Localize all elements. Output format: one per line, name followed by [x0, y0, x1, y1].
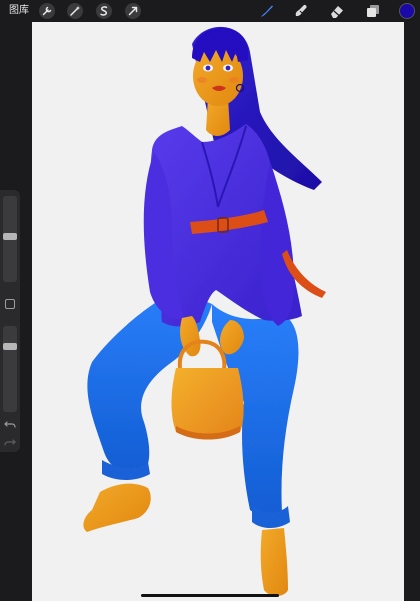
left-sidebar [0, 190, 20, 452]
eraser-icon[interactable] [328, 2, 346, 20]
opacity-knob[interactable] [3, 343, 17, 350]
illustration-woman-in-blue-outfit [83, 26, 326, 596]
drawing-canvas[interactable] [32, 22, 404, 601]
home-indicator [141, 594, 279, 597]
bangs [192, 27, 249, 62]
color-picker-button[interactable] [399, 3, 415, 19]
bag-handle [177, 339, 227, 371]
top-toolbar: 图库 [0, 0, 420, 22]
redo-icon[interactable] [4, 436, 16, 448]
adjustments-wand-icon[interactable] [66, 2, 84, 20]
transform-arrow-icon[interactable] [124, 2, 142, 20]
layers-icon[interactable] [364, 2, 382, 20]
brush-size-slider[interactable] [3, 196, 17, 282]
modify-square-icon[interactable] [5, 299, 15, 309]
selection-s-icon[interactable] [95, 2, 113, 20]
handbag [171, 368, 244, 440]
opacity-slider[interactable] [3, 326, 17, 412]
left-foot [83, 483, 151, 532]
right-foot [260, 528, 288, 596]
actions-wrench-icon[interactable] [38, 2, 56, 20]
right-sleeve [260, 162, 294, 326]
brush-size-knob[interactable] [3, 233, 17, 240]
brush-icon[interactable] [258, 2, 276, 20]
gallery-button[interactable]: 图库 [9, 5, 29, 17]
undo-icon[interactable] [4, 418, 16, 430]
smudge-icon[interactable] [292, 2, 310, 20]
